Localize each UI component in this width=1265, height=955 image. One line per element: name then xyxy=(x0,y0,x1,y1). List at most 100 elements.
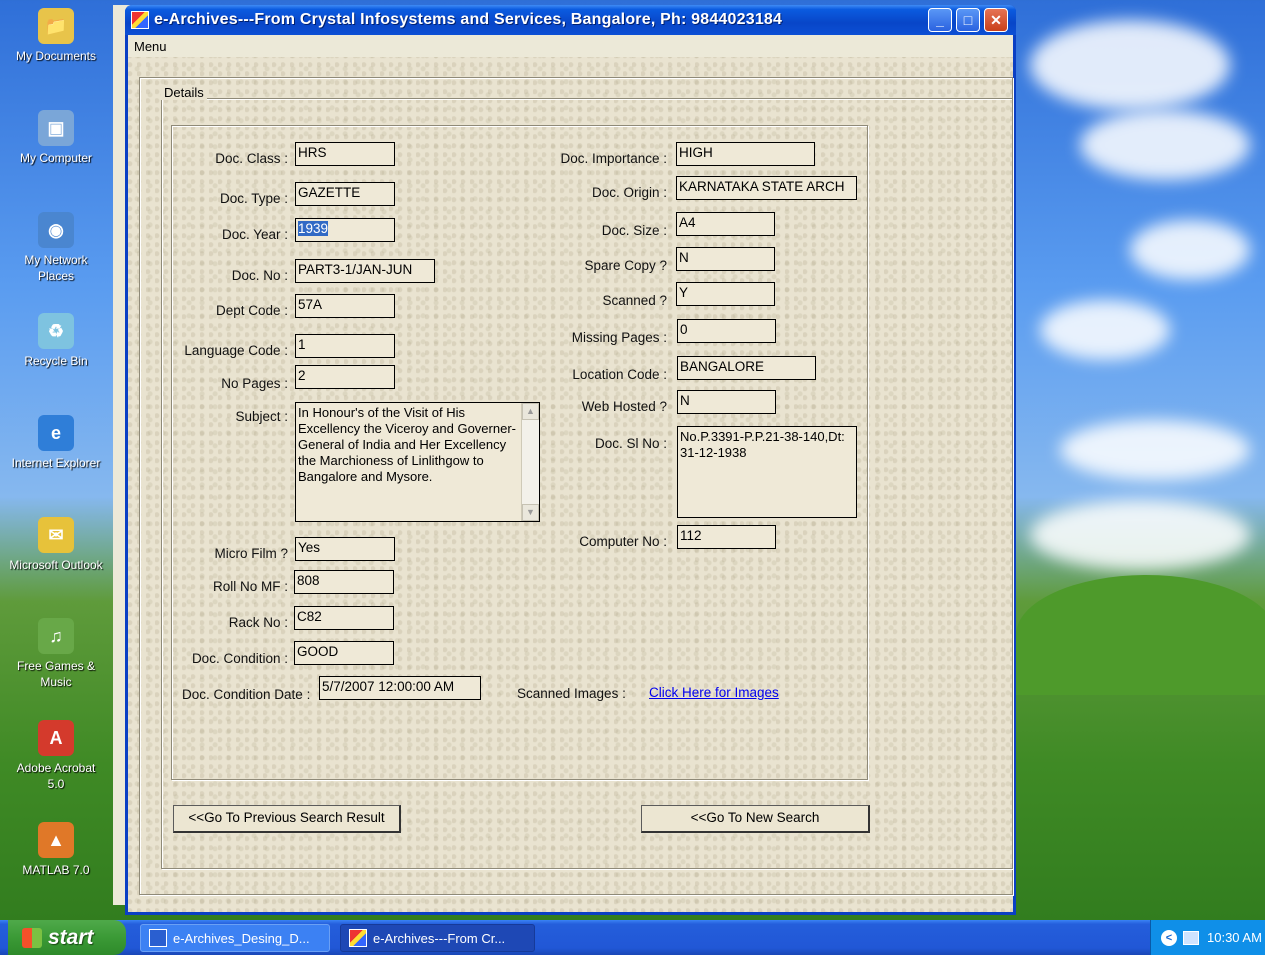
doc-type-label: Doc. Type : xyxy=(219,191,288,206)
doc-sl-no-label: Doc. Sl No : xyxy=(594,436,667,451)
rack-no-label: Rack No : xyxy=(228,615,288,630)
doc-no-label: Doc. No : xyxy=(231,268,288,283)
desktop-icon-internet-explorer[interactable]: e Internet Explorer xyxy=(8,415,104,471)
network-tray-icon[interactable] xyxy=(1183,930,1199,945)
desktop-icon-label: Internet Explorer xyxy=(11,456,101,470)
doc-sl-no-textarea[interactable]: No.P.3391-P.P.21-38-140,Dt: 31-12-1938 xyxy=(677,426,857,518)
subject-text: In Honour's of the Visit of His Excellen… xyxy=(298,405,516,484)
rack-no-field[interactable]: C82 xyxy=(294,606,394,630)
spare-copy-label: Spare Copy ? xyxy=(584,258,667,273)
prev-search-result-button[interactable]: <<Go To Previous Search Result xyxy=(173,805,401,833)
desktop-icon-label: Recycle Bin xyxy=(24,354,88,368)
close-button[interactable]: ✕ xyxy=(984,8,1008,32)
doc-importance-field[interactable]: HIGH xyxy=(676,142,815,166)
desktop-icon-label: Microsoft Outlook xyxy=(9,558,103,572)
desktop-icon-my-documents[interactable]: 📁 My Documents xyxy=(8,8,104,64)
micro-film-label: Micro Film ? xyxy=(214,546,289,561)
taskbar-item-label: e-Archives_Desing_D... xyxy=(173,930,310,946)
doc-sl-no-text: No.P.3391-P.P.21-38-140,Dt: 31-12-1938 xyxy=(680,429,845,460)
clock[interactable]: 10:30 AM xyxy=(1207,930,1262,945)
subject-textarea[interactable]: In Honour's of the Visit of His Excellen… xyxy=(295,402,540,522)
minimize-button[interactable]: _ xyxy=(928,8,952,32)
no-pages-field[interactable]: 2 xyxy=(295,365,395,389)
start-label: start xyxy=(48,925,94,949)
desktop-icon-my-computer[interactable]: ▣ My Computer xyxy=(8,110,104,166)
desktop-icon-label: My Documents xyxy=(15,49,97,63)
subject-scrollbar[interactable]: ▲ ▼ xyxy=(521,403,539,521)
click-here-for-images-link[interactable]: Click Here for Images xyxy=(649,685,779,700)
computer-icon: ▣ xyxy=(38,110,74,146)
scroll-down-icon[interactable]: ▼ xyxy=(522,504,539,521)
tray-expand-icon[interactable]: < xyxy=(1161,929,1177,946)
desktop-icon-label: My Computer xyxy=(19,151,93,165)
menubar: Menu xyxy=(128,35,1013,57)
new-search-button[interactable]: <<Go To New Search xyxy=(641,805,870,833)
folder-documents-icon: 📁 xyxy=(38,8,74,44)
recycle-bin-icon: ♻ xyxy=(38,313,74,349)
close-icon: ✕ xyxy=(990,11,1002,28)
app-icon xyxy=(349,929,367,947)
missing-pages-field[interactable]: 0 xyxy=(677,319,776,343)
scanned-field[interactable]: Y xyxy=(676,282,775,306)
windows-flag-icon xyxy=(22,927,42,948)
window-titlebar[interactable]: e-Archives---From Crystal Infosystems an… xyxy=(125,5,1016,35)
desktop-icon-adobe-acrobat[interactable]: A Adobe Acrobat 5.0 xyxy=(8,720,104,792)
spare-copy-field[interactable]: N xyxy=(676,247,775,271)
minimize-icon: _ xyxy=(936,12,944,28)
app-window: e-Archives---From Crystal Infosystems an… xyxy=(125,5,1016,915)
outlook-icon: ✉ xyxy=(38,517,74,553)
app-icon xyxy=(131,11,149,29)
maximize-icon: □ xyxy=(963,12,973,28)
window-client-area: Menu Details Doc. Class : HRS Doc. Type … xyxy=(128,35,1013,912)
doc-no-field[interactable]: PART3-1/JAN-JUN xyxy=(295,259,435,283)
details-legend: Details xyxy=(161,85,207,100)
language-code-field[interactable]: 1 xyxy=(295,334,395,358)
roll-no-mf-label: Roll No MF : xyxy=(212,579,288,594)
desktop-icon-label: MATLAB 7.0 xyxy=(22,863,90,877)
system-tray: < 10:30 AM xyxy=(1150,920,1265,955)
desktop-icon-label: Adobe Acrobat 5.0 xyxy=(16,761,96,791)
web-hosted-label: Web Hosted ? xyxy=(581,399,667,414)
location-code-label: Location Code : xyxy=(572,367,667,382)
desktop-icon-label: My Network Places xyxy=(24,253,88,283)
dept-code-field[interactable]: 57A xyxy=(295,294,395,318)
dept-code-label: Dept Code : xyxy=(215,303,288,318)
doc-importance-label: Doc. Importance : xyxy=(560,151,667,166)
desktop-icon-microsoft-outlook[interactable]: ✉ Microsoft Outlook xyxy=(8,517,104,573)
doc-year-field[interactable]: 1939 xyxy=(295,218,395,242)
taskbar-item-e-archives[interactable]: e-Archives---From Cr... xyxy=(340,924,535,952)
web-hosted-field[interactable]: N xyxy=(677,390,776,414)
internet-explorer-icon: e xyxy=(38,415,74,451)
doc-condition-field[interactable]: GOOD xyxy=(294,641,394,665)
taskbar-item-word-doc[interactable]: e-Archives_Desing_D... xyxy=(140,924,330,952)
doc-condition-date-field[interactable]: 5/7/2007 12:00:00 AM xyxy=(319,676,481,700)
doc-origin-label: Doc. Origin : xyxy=(591,185,667,200)
start-button[interactable]: start xyxy=(8,920,126,955)
micro-film-field[interactable]: Yes xyxy=(295,537,395,561)
doc-condition-label: Doc. Condition : xyxy=(191,651,288,666)
location-code-field[interactable]: BANGALORE xyxy=(677,356,816,380)
desktop-icon-label: Free Games & Music xyxy=(16,659,96,689)
doc-class-field[interactable]: HRS xyxy=(295,142,395,166)
doc-class-label: Doc. Class : xyxy=(215,151,288,166)
doc-size-field[interactable]: A4 xyxy=(676,212,775,236)
doc-condition-date-label: Doc. Condition Date : xyxy=(182,687,311,702)
maximize-button[interactable]: □ xyxy=(956,8,980,32)
doc-type-field[interactable]: GAZETTE xyxy=(295,182,395,206)
word-icon xyxy=(149,929,167,947)
scanned-images-label: Scanned Images : xyxy=(517,686,626,701)
desktop-icon-my-network-places[interactable]: ◉ My Network Places xyxy=(8,212,104,284)
computer-no-field[interactable]: 112 xyxy=(677,525,776,549)
computer-no-label: Computer No : xyxy=(579,534,667,549)
doc-year-label: Doc. Year : xyxy=(221,227,288,242)
desktop-icon-free-games[interactable]: ♫ Free Games & Music xyxy=(8,618,104,690)
doc-origin-field[interactable]: KARNATAKA STATE ARCH xyxy=(676,176,857,200)
menu-item[interactable]: Menu xyxy=(134,39,167,54)
matlab-icon: ▲ xyxy=(38,822,74,858)
desktop-icon-matlab[interactable]: ▲ MATLAB 7.0 xyxy=(8,822,104,878)
network-icon: ◉ xyxy=(38,212,74,248)
roll-no-mf-field[interactable]: 808 xyxy=(294,570,394,594)
no-pages-label: No Pages : xyxy=(221,376,288,391)
scroll-up-icon[interactable]: ▲ xyxy=(522,403,539,420)
desktop-icon-recycle-bin[interactable]: ♻ Recycle Bin xyxy=(8,313,104,369)
